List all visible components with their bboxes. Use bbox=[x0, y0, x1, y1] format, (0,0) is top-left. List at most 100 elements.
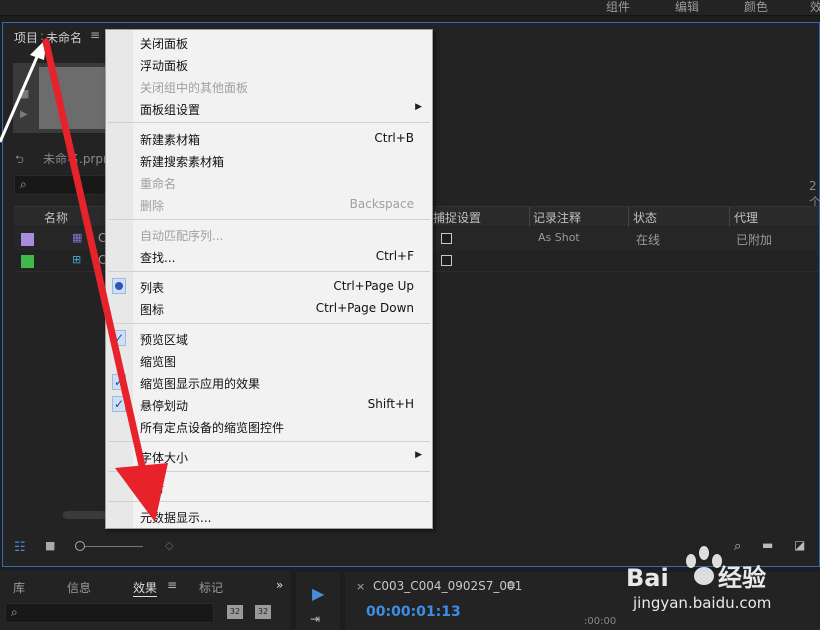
bin-up-icon[interactable]: ⮌ bbox=[15, 151, 24, 170]
effects-search-input[interactable]: ⌕ bbox=[5, 603, 214, 623]
menu-item-thumbnails-show-effects[interactable]: ✓ 缩览图显示应用的效果 bbox=[106, 371, 432, 393]
menu-separator bbox=[108, 219, 430, 220]
menu-item-shortcut: Ctrl+Page Down bbox=[315, 301, 414, 315]
preview-thumbnail: ■ ▶ bbox=[13, 63, 105, 133]
menu-item-close-panel[interactable]: 关闭面板 bbox=[106, 31, 432, 53]
menu-item-shortcut: Shift+H bbox=[367, 397, 414, 411]
horizontal-scrollbar[interactable] bbox=[63, 511, 109, 519]
menu-item-new-bin[interactable]: 新建素材箱 Ctrl+B bbox=[106, 127, 432, 149]
menu-item-label: 图标 bbox=[140, 303, 165, 317]
menu-item-label: 刷新 bbox=[140, 481, 165, 495]
menu-item-label: 字体大小 bbox=[140, 451, 189, 465]
zoom-slider-handle[interactable] bbox=[75, 541, 85, 551]
menu-separator bbox=[108, 271, 430, 272]
32bit-effects-icon[interactable]: 32 bbox=[255, 605, 271, 619]
column-proxy[interactable]: 代理 bbox=[734, 209, 758, 226]
icon-view-icon[interactable]: ■ bbox=[45, 539, 55, 552]
menu-item-shortcut: Ctrl+Page Up bbox=[333, 279, 414, 293]
panel-menu-icon[interactable]: ≡ bbox=[90, 28, 100, 42]
menu-item-float-panel[interactable]: 浮动面板 bbox=[106, 53, 432, 75]
panel-menu-icon[interactable]: ≡ bbox=[167, 578, 177, 592]
column-divider bbox=[529, 207, 530, 227]
workspace-bar: 组件 编辑 颜色 效 bbox=[0, 0, 820, 16]
menu-item-rename[interactable]: 重命名 bbox=[106, 171, 432, 193]
menu-item-shortcut: Backspace bbox=[349, 197, 414, 211]
accelerated-effects-icon[interactable]: 32 bbox=[227, 605, 243, 619]
menu-item-list-view[interactable]: 列表 Ctrl+Page Up bbox=[106, 275, 432, 297]
menu-item-metadata-display[interactable]: 元数据显示... bbox=[106, 505, 432, 527]
menu-item-label: 浮动面板 bbox=[140, 59, 189, 73]
menu-item-label: 自动匹配序列... bbox=[140, 229, 224, 243]
menu-item-find[interactable]: 查找... Ctrl+F bbox=[106, 245, 432, 267]
project-name[interactable]: 未命名 bbox=[46, 29, 82, 46]
menu-separator bbox=[108, 441, 430, 442]
label-color-swatch[interactable] bbox=[21, 233, 34, 246]
search-input[interactable]: ⌕ bbox=[14, 175, 110, 195]
checkmark-icon: ✓ bbox=[112, 330, 126, 346]
panel-title[interactable]: 项目 bbox=[14, 29, 38, 46]
menu-item-delete[interactable]: 删除 Backspace bbox=[106, 193, 432, 215]
menu-item-preview-area[interactable]: ✓ 预览区域 bbox=[106, 327, 432, 349]
play-icon[interactable]: ▶ bbox=[20, 109, 28, 120]
menu-item-close-other-panels[interactable]: 关闭组中的其他面板 bbox=[106, 75, 432, 97]
workspace-tab-editing[interactable]: 编辑 bbox=[675, 0, 699, 14]
workspace-tab-assembly[interactable]: 组件 bbox=[606, 0, 630, 14]
sort-icon[interactable]: ◇ bbox=[165, 539, 173, 552]
submenu-arrow-icon: ▶ bbox=[415, 450, 422, 460]
menu-item-label: 查找... bbox=[140, 251, 176, 265]
tab-effects[interactable]: 效果 bbox=[133, 579, 158, 597]
column-status[interactable]: 状态 bbox=[633, 209, 657, 226]
selection-tool-icon[interactable]: ▶ bbox=[312, 584, 324, 603]
search-icon[interactable]: ⌕ bbox=[734, 539, 741, 554]
menu-item-label: 关闭组中的其他面板 bbox=[140, 81, 249, 95]
zoom-slider-track[interactable] bbox=[85, 546, 143, 547]
search-icon: ⌕ bbox=[11, 605, 18, 619]
close-icon[interactable]: × bbox=[356, 580, 365, 593]
log-note: As Shot bbox=[538, 231, 580, 244]
preview-frame bbox=[39, 67, 105, 129]
sequence-icon: ⊞ bbox=[72, 253, 82, 266]
capture-checkbox[interactable] bbox=[441, 233, 452, 244]
list-view-icon[interactable]: ☷ bbox=[14, 540, 26, 555]
menu-item-label: 新建搜索素材箱 bbox=[140, 155, 225, 169]
menu-item-label: 所有定点设备的缩览图控件 bbox=[140, 421, 285, 435]
workspace-tab-effects[interactable]: 效 bbox=[810, 0, 820, 14]
column-log-note[interactable]: 记录注释 bbox=[533, 209, 581, 226]
menu-item-label: 面板组设置 bbox=[140, 103, 201, 117]
menu-item-thumbnail-controls[interactable]: 所有定点设备的缩览图控件 bbox=[106, 415, 432, 437]
menu-item-thumbnails[interactable]: 缩览图 bbox=[106, 349, 432, 371]
menu-item-icon-view[interactable]: 图标 Ctrl+Page Down bbox=[106, 297, 432, 319]
tab-info[interactable]: 信息 bbox=[67, 579, 91, 596]
column-name[interactable]: 名称 bbox=[44, 209, 68, 226]
column-capture-settings[interactable]: 捕捉设置 bbox=[433, 209, 481, 226]
panel-menu-icon[interactable]: ≡ bbox=[506, 578, 516, 592]
menu-item-font-size[interactable]: 字体大小 ▶ bbox=[106, 445, 432, 467]
clip-status: 在线 bbox=[636, 233, 661, 247]
menu-item-label: 缩览图显示应用的效果 bbox=[140, 377, 261, 391]
menu-separator bbox=[108, 501, 430, 502]
capture-checkbox[interactable] bbox=[441, 255, 452, 266]
menu-item-automate-to-sequence[interactable]: 自动匹配序列... bbox=[106, 223, 432, 245]
menu-item-new-search-bin[interactable]: 新建搜索素材箱 bbox=[106, 149, 432, 171]
track-select-tool-icon[interactable]: ⇥ bbox=[310, 612, 320, 626]
menu-item-label: 列表 bbox=[140, 281, 165, 295]
tools-panel: ▶ ⇥ bbox=[296, 572, 340, 630]
workspace-tab-color[interactable]: 颜色 bbox=[744, 0, 768, 14]
submenu-arrow-icon: ▶ bbox=[415, 102, 422, 112]
menu-item-panel-group-settings[interactable]: 面板组设置 ▶ bbox=[106, 97, 432, 119]
menu-item-hover-scrub[interactable]: ✓ 悬停划动 Shift+H bbox=[106, 393, 432, 415]
tab-markers[interactable]: 标记 bbox=[199, 579, 223, 596]
sequence-name[interactable]: C003_C004_0902S7_001 bbox=[373, 579, 522, 593]
menu-separator bbox=[108, 122, 430, 123]
new-bin-icon[interactable]: ▬ bbox=[762, 538, 773, 552]
menu-item-refresh[interactable]: 刷新 bbox=[106, 475, 432, 497]
new-item-icon[interactable]: ◪ bbox=[794, 538, 805, 552]
label-color-swatch[interactable] bbox=[21, 255, 34, 268]
overflow-icon[interactable]: » bbox=[276, 578, 283, 592]
radio-selected-icon bbox=[112, 278, 126, 294]
playhead-timecode[interactable]: 00:00:01:13 bbox=[366, 604, 461, 620]
tab-libraries[interactable]: 库 bbox=[13, 579, 25, 596]
search-icon: ⌕ bbox=[20, 177, 27, 191]
column-divider bbox=[729, 207, 730, 227]
context-menu: 关闭面板 浮动面板 关闭组中的其他面板 面板组设置 ▶ 新建素材箱 Ctrl+B 新… bbox=[105, 29, 433, 529]
